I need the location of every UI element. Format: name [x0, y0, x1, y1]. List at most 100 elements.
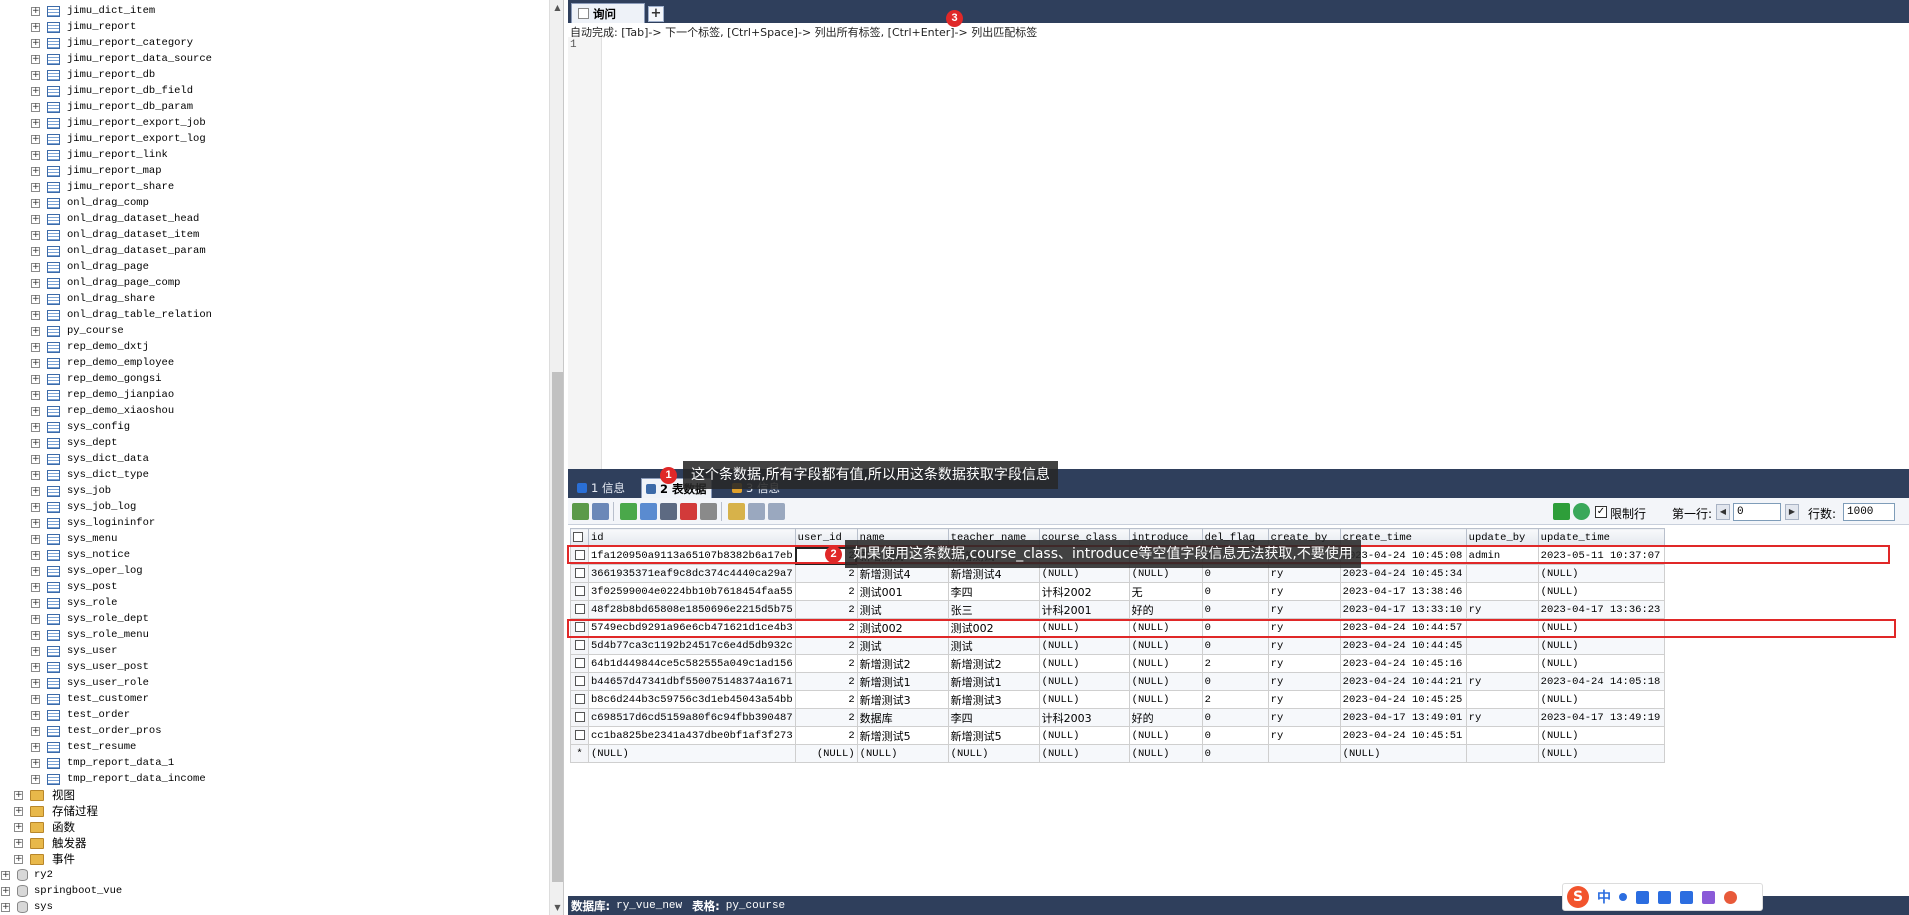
- expand-icon[interactable]: +: [31, 278, 40, 288]
- table-cell[interactable]: (NULL): [1038, 618, 1130, 637]
- expand-icon[interactable]: +: [31, 726, 40, 736]
- table-cell[interactable]: 无: [1128, 582, 1203, 601]
- table-cell[interactable]: 0: [1201, 744, 1269, 763]
- table-cell[interactable]: 0: [1201, 636, 1269, 655]
- expand-icon[interactable]: +: [14, 854, 23, 864]
- expand-icon[interactable]: +: [1, 886, 10, 896]
- row-selector[interactable]: [570, 726, 589, 745]
- tree-item-table[interactable]: + onl_drag_page_comp: [0, 275, 548, 291]
- table-cell[interactable]: (NULL): [1537, 636, 1665, 655]
- table-cell[interactable]: 2023-04-24 10:44:21: [1339, 672, 1467, 691]
- table-cell[interactable]: 新增测试5: [856, 726, 949, 745]
- tree-item-table[interactable]: + rep_demo_jianpiao: [0, 387, 548, 403]
- table-cell[interactable]: 0: [1201, 672, 1269, 691]
- ime-toolbar[interactable]: S 中: [1562, 883, 1763, 911]
- table-cell[interactable]: (NULL): [1128, 654, 1203, 673]
- table-row[interactable]: b44657d47341dbf550075148374a1671 2 新增测试1 新增…: [570, 672, 1665, 691]
- text-view-icon[interactable]: [768, 503, 785, 520]
- table-cell[interactable]: 新增测试3: [947, 690, 1040, 709]
- row-selector[interactable]: [570, 564, 589, 583]
- table-cell[interactable]: 2023-04-24 10:45:25: [1339, 690, 1467, 709]
- table-cell[interactable]: ry: [1267, 726, 1341, 745]
- tree-item-database[interactable]: + springboot_vue: [0, 883, 548, 899]
- checkbox[interactable]: [574, 603, 585, 614]
- table-cell[interactable]: [1267, 744, 1341, 763]
- table-cell[interactable]: 2023-04-24 10:45:51: [1339, 726, 1467, 745]
- tree-item-table[interactable]: + rep_demo_employee: [0, 355, 548, 371]
- tree-scrollbar[interactable]: ▲ ▼: [549, 0, 563, 915]
- tree-item-table[interactable]: + jimu_report_map: [0, 163, 548, 179]
- tree-item-table[interactable]: + sys_menu: [0, 531, 548, 547]
- tree-item-table[interactable]: + onl_drag_table_relation: [0, 307, 548, 323]
- expand-icon[interactable]: +: [31, 662, 40, 672]
- table-cell[interactable]: 测试002: [947, 618, 1040, 637]
- tree-item-table[interactable]: + jimu_report_export_log: [0, 131, 548, 147]
- export-icon[interactable]: [572, 503, 589, 520]
- row-selector[interactable]: [570, 708, 589, 727]
- table-cell[interactable]: ry: [1267, 582, 1341, 601]
- table-cell[interactable]: 新增测试3: [856, 690, 949, 709]
- table-cell[interactable]: 2: [794, 654, 858, 673]
- table-cell[interactable]: (NULL): [1537, 726, 1665, 745]
- table-cell[interactable]: (NULL): [1537, 618, 1665, 637]
- expand-icon[interactable]: +: [31, 758, 40, 768]
- checkbox[interactable]: [574, 639, 585, 650]
- table-cell[interactable]: (NULL): [1537, 582, 1665, 601]
- expand-icon[interactable]: +: [31, 774, 40, 784]
- expand-icon[interactable]: +: [31, 438, 40, 448]
- expand-icon[interactable]: +: [31, 390, 40, 400]
- table-cell[interactable]: 测试001: [856, 582, 949, 601]
- limit-rows-checkbox[interactable]: ✓: [1595, 506, 1607, 518]
- table-cell[interactable]: 新增测试5: [947, 726, 1040, 745]
- table-cell[interactable]: 2023-04-17 13:49:01: [1339, 708, 1467, 727]
- punctuation-icon[interactable]: [1619, 893, 1627, 901]
- table-cell[interactable]: 测试: [947, 636, 1040, 655]
- expand-icon[interactable]: +: [31, 70, 40, 80]
- expand-icon[interactable]: +: [31, 630, 40, 640]
- expand-icon[interactable]: +: [31, 6, 40, 16]
- table-cell[interactable]: 2023-04-24 10:45:16: [1339, 654, 1467, 673]
- expand-icon[interactable]: +: [31, 694, 40, 704]
- table-cell[interactable]: 2023-04-24 10:44:45: [1339, 636, 1467, 655]
- table-cell[interactable]: [1465, 726, 1539, 745]
- expand-icon[interactable]: +: [31, 374, 40, 384]
- expand-icon[interactable]: +: [31, 534, 40, 544]
- checkbox[interactable]: [574, 567, 585, 578]
- tree-item-table[interactable]: + jimu_report_db: [0, 67, 548, 83]
- table-cell[interactable]: [1465, 654, 1539, 673]
- expand-icon[interactable]: +: [31, 326, 40, 336]
- table-cell[interactable]: (NULL): [1038, 744, 1130, 763]
- table-cell[interactable]: 0: [1201, 600, 1269, 619]
- checkbox[interactable]: [574, 549, 585, 560]
- tree-item-table[interactable]: + onl_drag_comp: [0, 195, 548, 211]
- tree-item-table[interactable]: + sys_user_role: [0, 675, 548, 691]
- checkbox[interactable]: [574, 585, 585, 596]
- checkbox[interactable]: [573, 531, 583, 542]
- refresh-icon[interactable]: [1573, 503, 1590, 520]
- table-cell[interactable]: 2: [794, 672, 858, 691]
- tree-item-table[interactable]: + onl_drag_dataset_head: [0, 211, 548, 227]
- table-cell[interactable]: 2023-04-17 13:38:46: [1339, 582, 1467, 601]
- skin-icon[interactable]: [1702, 890, 1715, 904]
- table-cell[interactable]: (NULL): [1038, 690, 1130, 709]
- checkbox[interactable]: [574, 675, 585, 686]
- table-cell[interactable]: 2: [794, 636, 858, 655]
- add-row-icon[interactable]: [620, 503, 637, 520]
- row-selector[interactable]: [570, 582, 589, 601]
- table-cell[interactable]: (NULL): [588, 744, 796, 763]
- table-row[interactable]: 3f02599004e0224bb10b7618454faa55 2 测试001 李四…: [570, 582, 1665, 601]
- filter-icon[interactable]: [1553, 503, 1570, 520]
- tree-item-table[interactable]: + sys_role: [0, 595, 548, 611]
- tree-item-table[interactable]: + sys_role_dept: [0, 611, 548, 627]
- tree-item-table[interactable]: + test_customer: [0, 691, 548, 707]
- expand-icon[interactable]: +: [31, 118, 40, 128]
- expand-icon[interactable]: +: [14, 822, 23, 832]
- microphone-icon[interactable]: [1636, 890, 1649, 904]
- grid-view-icon[interactable]: [728, 503, 745, 520]
- table-cell[interactable]: 2023-04-17 13:49:19: [1537, 708, 1665, 727]
- table-cell[interactable]: [1465, 744, 1539, 763]
- tree-item-table[interactable]: + rep_demo_xiaoshou: [0, 403, 548, 419]
- column-header[interactable]: id: [588, 528, 796, 547]
- table-cell[interactable]: 2023-04-24 14:05:18: [1537, 672, 1665, 691]
- expand-icon[interactable]: +: [31, 598, 40, 608]
